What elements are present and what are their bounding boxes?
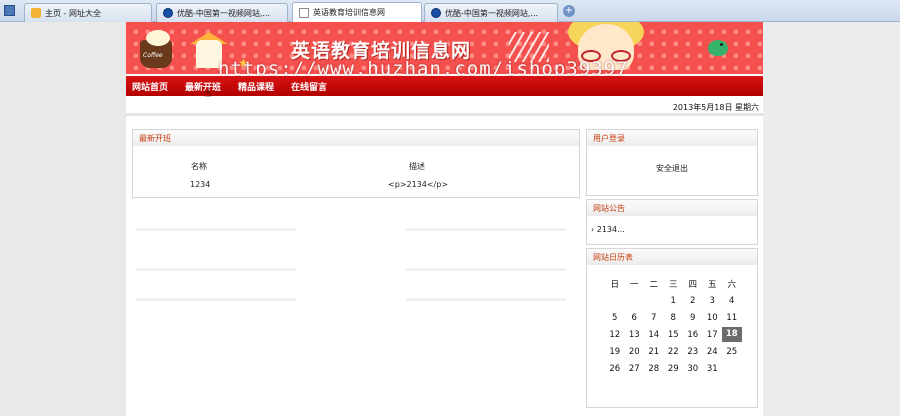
nav-guestbook[interactable]: 在线留言 — [291, 80, 327, 93]
faded-line — [406, 268, 566, 271]
calendar-day[interactable]: 22 — [664, 347, 684, 357]
calendar-weekday: 五 — [707, 279, 717, 290]
calendar-day[interactable]: 19 — [605, 347, 625, 357]
calendar-weekday: 日 — [610, 279, 619, 290]
nav-home[interactable]: 网站首页 — [132, 80, 168, 93]
tab-label: 优酷-中国第一视频网站,... — [445, 8, 539, 18]
class-description-cell: <p>2134</p> — [388, 180, 449, 189]
calendar-day[interactable]: 24 — [703, 347, 723, 357]
calendar-week-row: 19 20 21 22 23 24 25 — [605, 343, 742, 360]
video-icon — [163, 8, 173, 18]
nav-courses[interactable]: 精品课程 — [238, 80, 274, 93]
page-margin-right — [763, 22, 900, 416]
current-date: 2013年5月18日 星期六 — [672, 103, 759, 112]
faded-line — [406, 298, 566, 301]
calendar-week-row: 1234 — [605, 292, 742, 309]
calendar-week-row: 12 13 14 15 16 17 18 — [605, 326, 742, 343]
calendar-week-row: 5 6 7 8 9 10 11 — [605, 309, 742, 326]
calendar-day[interactable]: 21 — [644, 347, 664, 357]
notice-text: 2134... — [596, 225, 625, 234]
web-page: Coffee ★ 英语教育培训信息网 https://www.huzhan.co… — [126, 22, 763, 416]
faded-line — [136, 268, 296, 271]
calendar-day[interactable]: 3 — [703, 296, 723, 306]
bird-eye — [720, 43, 723, 46]
panel-title: 最新开班 — [133, 130, 579, 146]
calendar-day[interactable]: 29 — [664, 364, 684, 374]
page-icon — [299, 7, 309, 18]
browser-tab-youku-1[interactable]: 优酷-中国第一视频网站,... — [156, 3, 288, 22]
tab-label: 英语教育培训信息网 — [313, 8, 385, 17]
logout-link[interactable]: 安全退出 — [587, 163, 757, 174]
calendar-weekday-row: 日一二三四五六 — [605, 275, 742, 292]
calendar-panel: 网站日历表 日一二三四五六 1 2 3 4 5 6 7 8 9 10 11 12 13 14 15 16 17 18… — [586, 248, 758, 408]
calendar-day[interactable]: 13 — [625, 330, 645, 340]
calendar-weekday: 四 — [688, 279, 697, 290]
calendar-day[interactable]: 4 — [722, 296, 742, 306]
calendar-day[interactable]: 14 — [644, 330, 664, 340]
coffee-foam-icon — [146, 30, 170, 46]
panel-title: 网站日历表 — [587, 249, 757, 265]
calendar-today[interactable]: 18 — [722, 327, 742, 342]
browser-tab-youku-2[interactable]: 优酷-中国第一视频网站,... — [424, 3, 558, 22]
tab-label: 主页 - 网址大全 — [45, 8, 101, 18]
date-bar: 2013年5月18日 星期六 — [126, 98, 763, 116]
browser-tab-active[interactable]: 英语教育培训信息网 — [292, 2, 422, 22]
user-login-panel: 用户登录 安全退出 — [586, 129, 758, 196]
browser-tab-bar: 主页 - 网址大全 优酷-中国第一视频网站,... 英语教育培训信息网 优酷-中… — [0, 0, 900, 22]
calendar-day[interactable]: 9 — [683, 313, 703, 323]
calendar-day[interactable]: 31 — [703, 364, 723, 374]
calendar-day[interactable]: 6 — [625, 313, 645, 323]
calendar-day[interactable]: 8 — [664, 313, 684, 323]
column-header-description: 描述 — [409, 162, 425, 171]
calendar-day[interactable]: 15 — [664, 330, 684, 340]
calendar-day[interactable]: 17 — [703, 330, 723, 340]
calendar-day[interactable]: 7 — [644, 313, 664, 323]
tab-label: 优酷-中国第一视频网站,... — [177, 8, 271, 18]
calendar-weekday: 三 — [668, 279, 678, 290]
calendar-day[interactable]: 20 — [625, 347, 645, 357]
site-notice-panel: 网站公告 › 2134... — [586, 199, 758, 245]
calendar-week-row: 26 27 28 29 30 31 — [605, 360, 742, 377]
browser-tab-home[interactable]: 主页 - 网址大全 — [24, 3, 152, 22]
faded-line — [406, 228, 566, 231]
calendar-day[interactable]: 23 — [683, 347, 703, 357]
class-name-cell[interactable]: 1234 — [190, 180, 210, 189]
cup-label: Coffee — [143, 52, 163, 59]
calendar-day[interactable]: 2 — [683, 296, 703, 306]
bird-icon — [708, 40, 728, 56]
new-tab-button[interactable]: + — [563, 5, 575, 17]
home-icon — [31, 8, 41, 18]
calendar-day[interactable]: 10 — [703, 313, 723, 323]
column-header-name: 名称 — [191, 162, 207, 171]
calendar-day[interactable]: 5 — [605, 313, 625, 323]
notice-item[interactable]: › 2134... — [591, 225, 625, 234]
main-nav: 网站首页 最新开班 精品课程 在线留言 — [126, 76, 763, 96]
calendar-weekday: 六 — [727, 279, 736, 290]
calendar-day[interactable]: 11 — [722, 313, 742, 323]
calendar-weekday: 二 — [649, 279, 658, 290]
calendar-day[interactable]: 26 — [605, 364, 625, 374]
faded-line — [136, 228, 296, 231]
calendar-day[interactable]: 12 — [605, 330, 625, 340]
calendar-day[interactable]: 30 — [683, 364, 703, 374]
panel-title: 网站公告 — [587, 200, 757, 216]
calendar-day[interactable]: 16 — [683, 330, 703, 340]
calendar-day[interactable]: 25 — [722, 347, 742, 357]
calendar-day[interactable]: 27 — [625, 364, 645, 374]
vertical-scrollbar[interactable] — [888, 22, 900, 416]
video-icon — [431, 8, 441, 18]
calendar-day[interactable]: 28 — [644, 364, 664, 374]
calendar-grid: 日一二三四五六 1 2 3 4 5 6 7 8 9 10 11 12 13 14 15 16 17 18 19 20 21… — [605, 275, 742, 377]
calendar-day[interactable]: 1 — [664, 296, 684, 306]
faded-line — [136, 298, 296, 301]
latest-classes-panel: 最新开班 名称 描述 1234 <p>2134</p> — [132, 129, 580, 198]
panel-title: 用户登录 — [587, 130, 757, 146]
browser-menu-icon[interactable] — [4, 5, 15, 16]
calendar-weekday: 一 — [629, 279, 639, 290]
